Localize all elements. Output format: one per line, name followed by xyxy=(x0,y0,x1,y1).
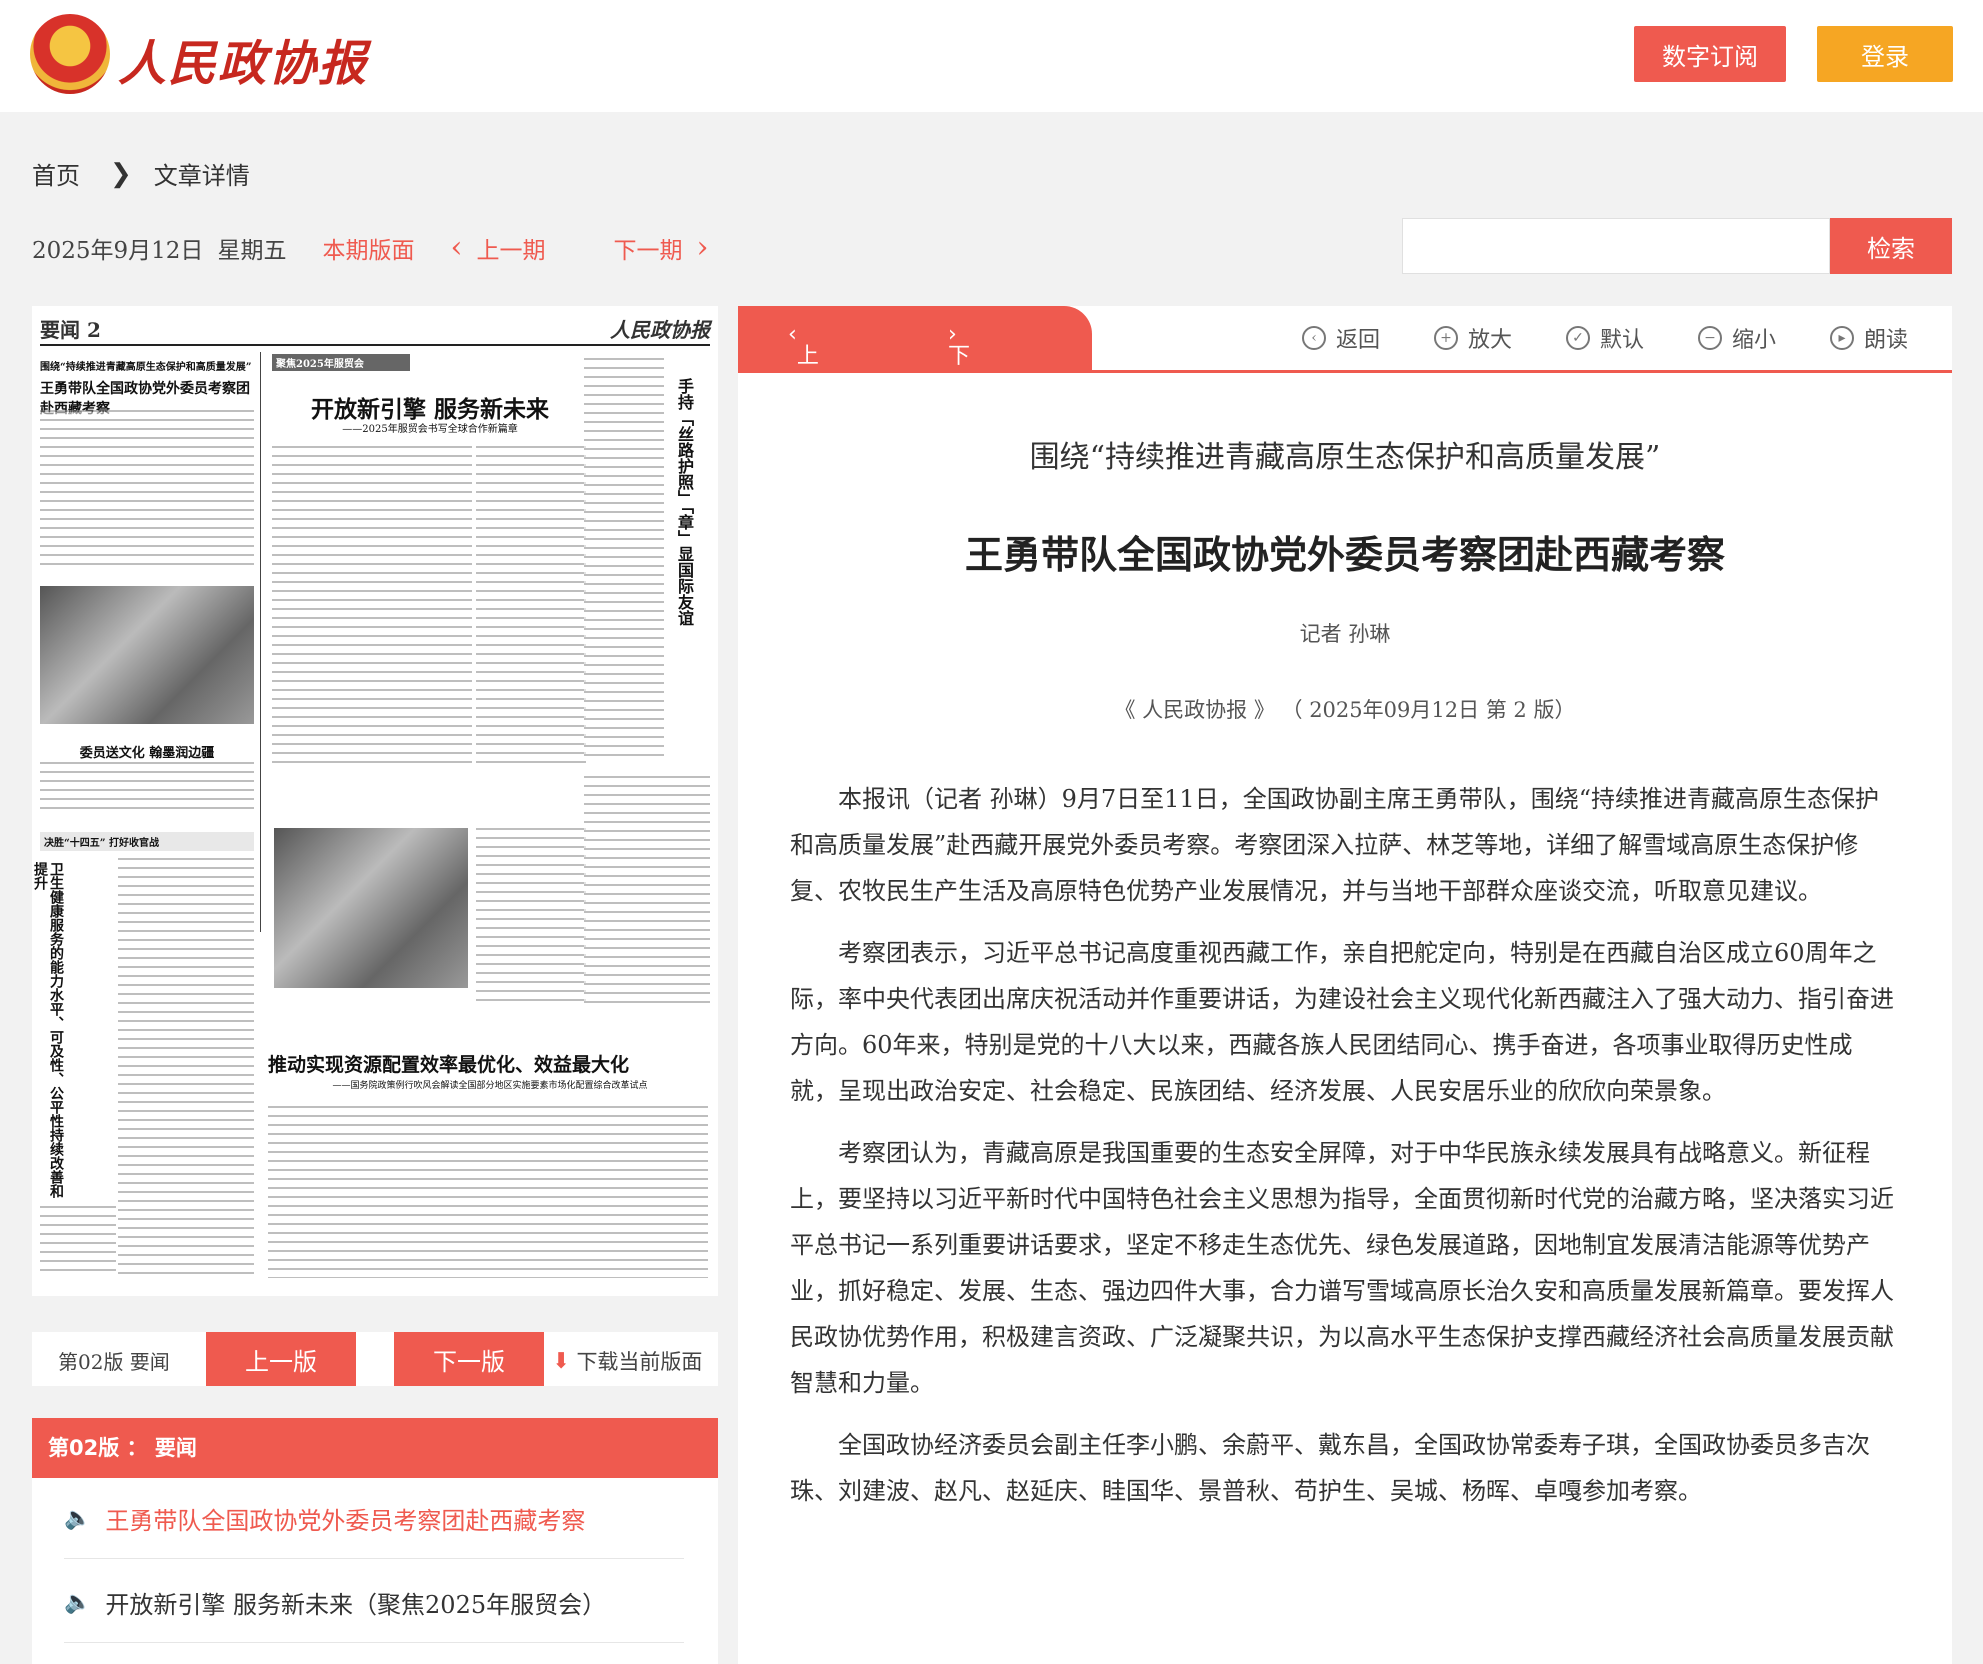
paper-photo-caption: 委员送文化 翰墨润边疆 xyxy=(79,746,215,761)
next-issue-link[interactable]: 下一期 xyxy=(613,231,682,265)
paper-text-block xyxy=(476,828,586,1008)
tool-zoom-in-button[interactable]: + 放大 xyxy=(1434,322,1512,354)
speaker-icon[interactable]: 🔈 xyxy=(64,1590,91,1615)
prev-article-label: 上一篇 xyxy=(796,344,819,433)
chevron-right-icon[interactable]: › xyxy=(696,230,708,265)
subscribe-button[interactable]: 数字订阅 xyxy=(1634,26,1786,82)
newspaper-page-header: 要闻 2 人民政协报 xyxy=(40,312,710,346)
site-logo-text[interactable]: 人民政协报 xyxy=(118,24,368,94)
paper-right-headline[interactable]: 手持「丝路护照」「章」显国际友谊 xyxy=(668,378,694,668)
search-input[interactable] xyxy=(1402,218,1830,274)
paper-text-block xyxy=(584,776,710,1006)
tool-zoom-out-button[interactable]: − 缩小 xyxy=(1698,322,1776,354)
paper-bottom-subtitle: ——国务院政策例行吹风会解读全国部分地区实施要素市场化配置综合改革试点 xyxy=(332,1081,648,1091)
paper-text-block xyxy=(476,446,586,766)
article-paragraph: 考察团认为，青藏高原是我国重要的生态安全屏障，对于中华民族永续发展具有战略意义。… xyxy=(790,1139,1894,1397)
article-nav-tab: ‹ 上一篇 下一篇 › xyxy=(738,306,1092,433)
article-panel: ‹ 上一篇 下一篇 › ‹ 返回 + 放大 ✓ 默认 − 缩小 ▸ 朗读 围绕“持续推进青… xyxy=(738,306,1952,1664)
download-icon: ⬇ xyxy=(552,1348,571,1374)
newspaper-page-number: 要闻 2 xyxy=(40,318,101,342)
play-icon: ▸ xyxy=(1830,326,1854,350)
section-list-header: 第02版 ： 要闻 xyxy=(32,1418,718,1478)
section-article-list: 第02版 ： 要闻 🔈 王勇带队全国政协党外委员考察团赴西藏考察 🔈 开放新引擎… xyxy=(32,1418,718,1664)
paper-text-block xyxy=(40,410,254,570)
paper-bottom-headline[interactable]: 推动实现资源配置效率最优化、效益最大化 xyxy=(268,1050,712,1077)
newspaper-masthead: 人民政协报 xyxy=(610,318,710,342)
list-item[interactable]: 🔈 王勇带队全国政协党外委员考察团赴西藏考察 xyxy=(64,1478,684,1559)
issue-dateline: 2025年9月12日 星期五 本期版面 ‹ 上一期 下一期 › xyxy=(32,230,708,265)
default-icon: ✓ xyxy=(1566,326,1590,350)
article-paragraph: 本报讯（记者 孙琳）9月7日至11日，全国政协副主席王勇带队，围绕“持续推进青藏… xyxy=(790,785,1879,905)
paper-photo xyxy=(40,586,254,724)
zoom-in-icon: + xyxy=(1434,326,1458,350)
back-icon: ‹ xyxy=(1302,326,1326,350)
chevron-right-icon: ❯ xyxy=(110,158,132,189)
download-label: 下载当前版面 xyxy=(576,1350,703,1374)
paper-section-tag: 决胜“十四五” 打好收官战 xyxy=(40,832,254,851)
breadcrumb-home-link[interactable]: 首页 xyxy=(32,156,80,191)
paper-text-block xyxy=(40,1206,116,1276)
login-button[interactable]: 登录 xyxy=(1817,26,1953,82)
paper-feature-subtitle: ——2025年服贸会书写全球合作新篇章 xyxy=(342,424,518,435)
breadcrumb: 首页 ❯ 文章详情 xyxy=(32,156,250,191)
issue-weekday: 星期五 xyxy=(217,237,287,264)
current-edition-link[interactable]: 本期版面 xyxy=(322,231,414,265)
cppcc-emblem-logo[interactable] xyxy=(30,14,110,94)
paper-section-tag: 聚焦2025年服贸会 xyxy=(272,354,410,371)
list-item[interactable]: 🔈 开放新引擎 服务新未来（聚焦2025年服贸会） xyxy=(64,1562,684,1643)
paper-vertical-headline[interactable]: 卫生健康服务的能力水平、可及性、公平性持续改善和提升 xyxy=(32,862,64,1202)
next-page-button[interactable]: 下一版 xyxy=(394,1332,544,1386)
issue-date: 2025年9月12日 xyxy=(32,237,204,264)
top-header: 人民政协报 数字订阅 登录 xyxy=(0,0,1983,112)
article-title: 王勇带队全国政协党外委员考察团赴西藏考察 xyxy=(964,532,1725,577)
paper-photo xyxy=(274,828,468,988)
current-page-label: 第02版 要闻 xyxy=(58,1350,170,1374)
article-subtitle: 围绕“持续推进青藏高原生态保护和高质量发展” xyxy=(1029,440,1661,475)
tool-read-aloud-button[interactable]: ▸ 朗读 xyxy=(1830,322,1908,354)
list-item-title[interactable]: 开放新引擎 服务新未来（聚焦2025年服贸会） xyxy=(105,1585,606,1620)
chevron-left-icon[interactable]: ‹ xyxy=(450,230,462,265)
list-item-title[interactable]: 王勇带队全国政协党外委员考察团赴西藏考察 xyxy=(105,1501,585,1536)
speaker-icon[interactable]: 🔈 xyxy=(64,1506,91,1531)
newspaper-page-preview[interactable]: 要闻 2 人民政协报 围绕“持续推进青藏高原生态保护和高质量发展” 王勇带队全国… xyxy=(32,306,718,1296)
article-paragraph: 考察团表示，习近平总书记高度重视西藏工作，亲自把舵定向，特别是在西藏自治区成立6… xyxy=(790,939,1894,1105)
search-button[interactable]: 检索 xyxy=(1830,218,1952,274)
divider xyxy=(738,370,1952,373)
paper-text-block xyxy=(40,762,254,810)
paper-text-block xyxy=(268,1106,708,1278)
tool-label: 返回 xyxy=(1336,328,1381,353)
article-source: 《 人民政协报 》 （ 2025年09月12日 第 2 版） xyxy=(1114,698,1576,722)
download-page-link[interactable]: ⬇ 下载当前版面 xyxy=(552,1346,702,1376)
next-article-label: 下一篇 xyxy=(948,344,971,433)
tool-label: 缩小 xyxy=(1732,328,1777,353)
prev-page-button[interactable]: 上一版 xyxy=(206,1332,356,1386)
tool-default-button[interactable]: ✓ 默认 xyxy=(1566,322,1644,354)
article-author: 记者 孙琳 xyxy=(1299,622,1391,646)
prev-issue-link[interactable]: 上一期 xyxy=(476,231,545,265)
tool-label: 默认 xyxy=(1600,328,1645,353)
paper-headline-small[interactable]: 围绕“持续推进青藏高原生态保护和高质量发展” xyxy=(40,358,260,373)
tool-back-button[interactable]: ‹ 返回 xyxy=(1302,322,1380,354)
column-divider xyxy=(260,352,261,932)
article-body: 本报讯（记者 孙琳）9月7日至11日，全国政协副主席王勇带队，围绕“持续推进青藏… xyxy=(790,776,1900,1530)
breadcrumb-current: 文章详情 xyxy=(153,162,250,190)
tool-label: 放大 xyxy=(1468,328,1513,353)
paper-text-block xyxy=(584,358,664,758)
article-paragraph: 全国政协经济委员会副主任李小鹏、余蔚平、戴东昌，全国政协常委寿子琪，全国政协委员… xyxy=(790,1431,1870,1505)
next-article-link[interactable]: 下一篇 › xyxy=(948,322,970,433)
paper-feature-title[interactable]: 开放新引擎 服务新未来 xyxy=(280,390,580,424)
zoom-out-icon: − xyxy=(1698,326,1722,350)
paper-text-block xyxy=(272,446,472,766)
prev-article-link[interactable]: ‹ 上一篇 xyxy=(788,322,819,433)
page-navigation-bar: 第02版 要闻 上一版 下一版 ⬇ 下载当前版面 xyxy=(32,1332,718,1386)
tool-label: 朗读 xyxy=(1864,328,1909,353)
paper-text-block xyxy=(118,858,254,1278)
